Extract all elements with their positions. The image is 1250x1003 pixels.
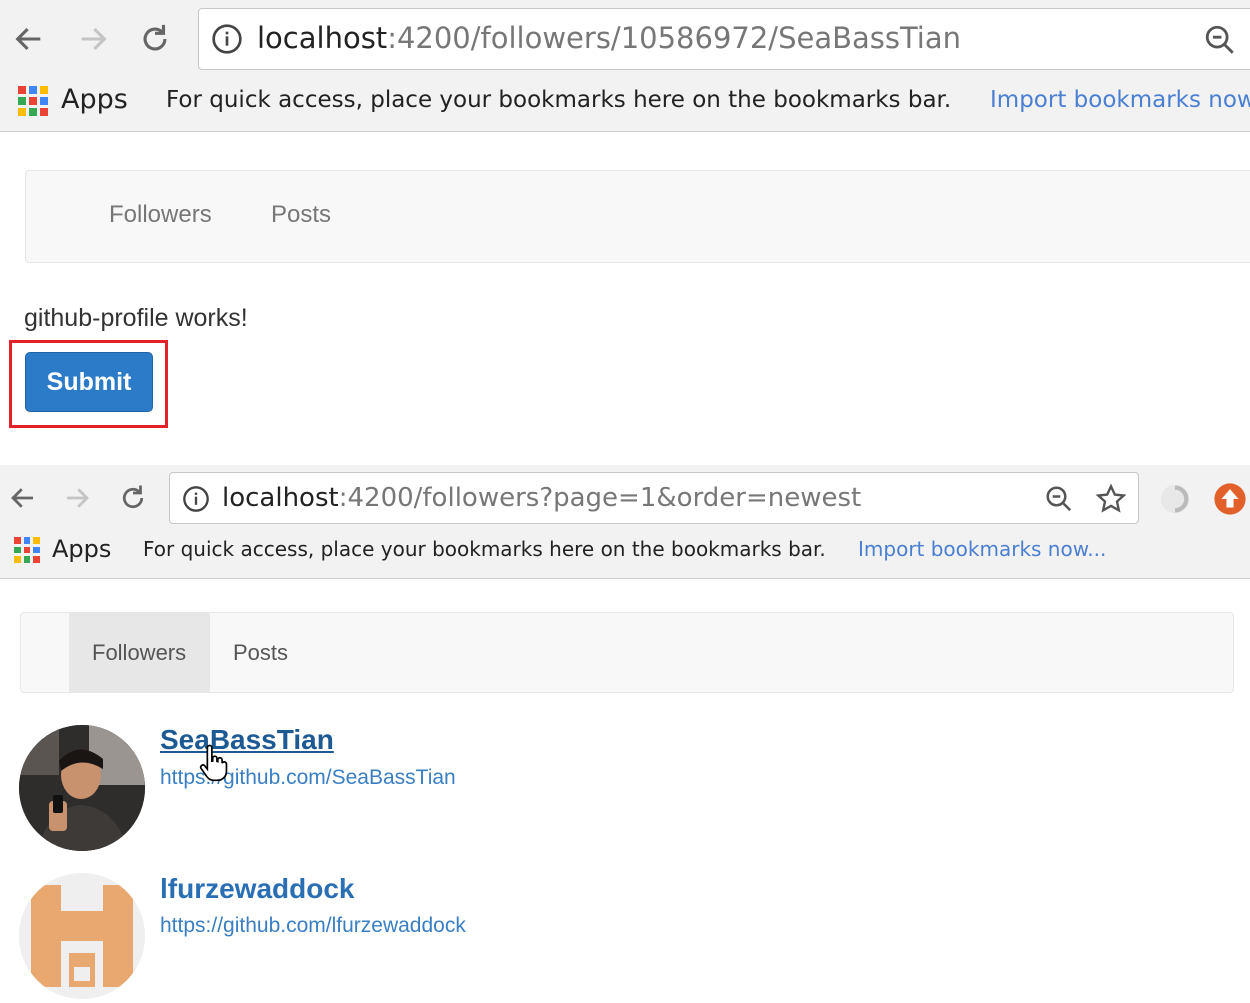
address-bar-2[interactable]: localhost:4200/followers?page=1&order=ne… — [169, 472, 1139, 524]
hand-pointer-cursor-icon — [199, 744, 228, 782]
nav-followers[interactable]: Followers — [109, 201, 212, 229]
back-arrow-icon — [15, 27, 41, 51]
forward-button[interactable] — [72, 18, 114, 60]
apps-label-2[interactable]: Apps — [52, 535, 111, 563]
address-bar[interactable]: localhost:4200/followers/10586972/SeaBas… — [198, 8, 1250, 70]
navbar-2: Followers Posts — [20, 612, 1234, 693]
nav-followers-2[interactable]: Followers — [92, 640, 186, 666]
navbar: Followers Posts — [25, 170, 1250, 263]
bookmarks-message-2: For quick access, place your bookmarks h… — [143, 537, 826, 561]
browser-chrome-top: localhost:4200/followers/10586972/SeaBas… — [0, 0, 1250, 132]
avatar — [19, 725, 145, 851]
identicon-icon — [19, 873, 145, 999]
reload-button-2[interactable] — [114, 479, 152, 517]
apps-grid-icon[interactable] — [14, 537, 40, 563]
avatar — [19, 873, 145, 999]
bookmarks-message: For quick access, place your bookmarks h… — [166, 87, 952, 113]
address-url-2[interactable]: localhost:4200/followers?page=1&order=ne… — [222, 483, 861, 513]
bookmarks-bar-2: Apps For quick access, place your bookma… — [0, 531, 1250, 575]
zoom-out-icon — [1046, 486, 1072, 512]
back-arrow-icon — [11, 488, 33, 508]
address-url[interactable]: localhost:4200/followers/10586972/SeaBas… — [257, 21, 961, 55]
apps-label[interactable]: Apps — [61, 84, 128, 115]
back-button-2[interactable] — [4, 479, 42, 517]
star-bookmark-icon — [1095, 483, 1127, 513]
follower-profile-url[interactable]: https://github.com/lfurzewaddock — [160, 914, 466, 938]
back-button[interactable] — [8, 18, 50, 60]
update-arrow-icon[interactable] — [1213, 482, 1247, 516]
user-photo-icon — [19, 725, 145, 851]
info-icon — [183, 486, 209, 512]
extension-circle-icon[interactable] — [1158, 482, 1192, 516]
apps-grid-icon[interactable] — [18, 86, 48, 116]
bookmarks-bar: Apps For quick access, place your bookma… — [0, 78, 1250, 128]
forward-arrow-icon — [81, 27, 107, 51]
import-bookmarks-link-2[interactable]: Import bookmarks now... — [858, 537, 1106, 561]
follower-login-link[interactable]: lfurzewaddock — [160, 873, 354, 905]
nav-posts[interactable]: Posts — [271, 201, 331, 229]
browser-chrome-second: localhost:4200/followers?page=1&order=ne… — [0, 465, 1250, 579]
info-icon — [212, 24, 242, 54]
reload-icon — [122, 485, 144, 509]
zoom-out-icon — [1205, 25, 1234, 54]
import-bookmarks-link[interactable]: Import bookmarks now... — [990, 87, 1250, 113]
nav-posts-2[interactable]: Posts — [233, 640, 288, 666]
forward-arrow-icon — [67, 488, 89, 508]
component-works-text: github-profile works! — [24, 304, 248, 332]
submit-button[interactable]: Submit — [25, 352, 153, 412]
forward-button-2[interactable] — [58, 479, 96, 517]
reload-button[interactable] — [134, 18, 176, 60]
follower-login-link[interactable]: SeaBassTian — [160, 724, 334, 756]
reload-icon — [143, 24, 167, 51]
